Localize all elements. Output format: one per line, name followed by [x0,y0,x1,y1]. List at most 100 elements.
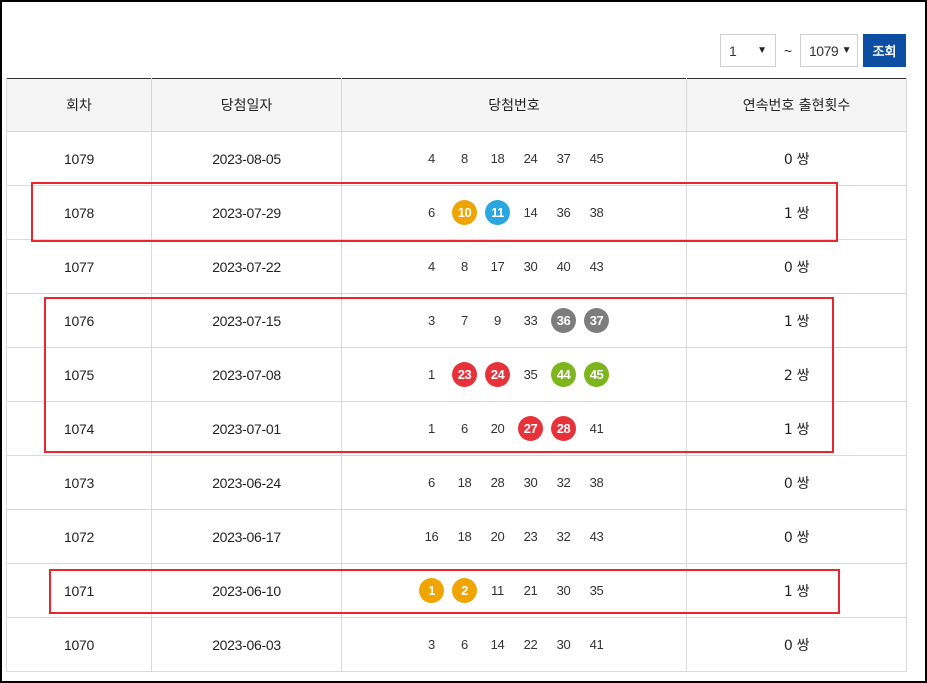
number-list: 3 7 9 33 36 37 [342,308,686,333]
number-list: 4 8 18 24 37 45 [342,146,686,171]
number-ball: 16 [424,529,439,544]
number-ball: 22 [523,637,538,652]
winning-numbers-cell: 4 8 18 24 37 45 [341,131,687,186]
round-cell: 1079 [6,131,152,186]
number-ball: 20 [490,529,505,544]
number-list: 3 6 14 22 30 41 [342,632,686,657]
number-ball-highlighted: 1 [419,578,444,603]
round-cell: 1077 [6,239,152,294]
number-ball: 6 [461,637,468,652]
number-ball: 33 [523,313,538,328]
number-ball-highlighted: 28 [551,416,576,441]
winning-numbers-table: 회차 당첨일자 당첨번호 연속번호 출현횟수 1079 2023-08-05 4 8 1… [6,78,907,672]
number-ball: 36 [556,205,571,220]
number-ball: 18 [457,475,472,490]
winning-numbers-cell: 3 6 14 22 30 41 [341,617,687,672]
consecutive-count-cell: 1 쌍 [686,185,907,240]
number-ball: 43 [589,529,604,544]
number-ball: 38 [589,475,604,490]
consecutive-count-cell: 2 쌍 [686,347,907,402]
table-row: 1076 2023-07-15 3 7 9 33 36 37 1 쌍 [6,293,907,348]
winning-numbers-cell: 16 18 20 23 32 43 [341,509,687,564]
number-ball: 23 [523,529,538,544]
caret-down-icon: ▼ [757,45,767,56]
number-ball: 8 [461,259,468,274]
consecutive-count-cell: 0 쌍 [686,239,907,294]
consecutive-count-cell: 0 쌍 [686,617,907,672]
header-round: 회차 [6,78,152,132]
number-ball: 20 [490,421,505,436]
number-ball-highlighted: 37 [584,308,609,333]
number-ball: 4 [428,151,435,166]
table-row: 1073 2023-06-24 6 18 28 30 32 38 0 쌍 [6,455,907,510]
number-ball-highlighted: 27 [518,416,543,441]
search-button[interactable]: 조회 [863,34,906,67]
table-row: 1077 2023-07-22 4 8 17 30 40 43 0 쌍 [6,239,907,294]
draw-date-cell: 2023-07-22 [151,239,342,294]
winning-numbers-cell: 3 7 9 33 36 37 [341,293,687,348]
number-ball: 38 [589,205,604,220]
consecutive-count-cell: 0 쌍 [686,131,907,186]
consecutive-count-cell: 0 쌍 [686,455,907,510]
number-ball: 30 [523,259,538,274]
number-ball: 30 [556,637,571,652]
number-ball-highlighted: 36 [551,308,576,333]
range-separator: ~ [783,42,793,59]
number-list: 6 18 28 30 32 38 [342,470,686,495]
number-ball: 30 [556,583,571,598]
number-ball: 9 [494,313,501,328]
number-ball: 14 [490,637,505,652]
number-ball: 6 [428,475,435,490]
header-winning-numbers: 당첨번호 [341,78,687,132]
header-consecutive-count: 연속번호 출현횟수 [686,78,907,132]
round-cell: 1072 [6,509,152,564]
winning-numbers-cell: 6 10 11 14 36 38 [341,185,687,240]
round-cell: 1076 [6,293,152,348]
table-row: 1079 2023-08-05 4 8 18 24 37 45 0 쌍 [6,131,907,186]
caret-down-icon: ▼ [841,45,852,56]
number-ball: 41 [589,637,604,652]
number-ball-highlighted: 11 [485,200,510,225]
number-ball: 45 [589,151,604,166]
consecutive-count-cell: 1 쌍 [686,293,907,348]
number-ball: 18 [490,151,505,166]
number-ball: 21 [523,583,538,598]
number-ball-highlighted: 23 [452,362,477,387]
number-ball: 30 [523,475,538,490]
round-cell: 1078 [6,185,152,240]
winning-numbers-cell: 1 23 24 35 44 45 [341,347,687,402]
number-ball: 43 [589,259,604,274]
number-ball: 1 [428,367,435,382]
header-draw-date: 당첨일자 [151,78,342,132]
draw-date-cell: 2023-08-05 [151,131,342,186]
number-ball: 6 [461,421,468,436]
number-ball: 7 [461,313,468,328]
draw-date-cell: 2023-07-29 [151,185,342,240]
number-ball: 24 [523,151,538,166]
consecutive-count-cell: 1 쌍 [686,563,907,618]
table-row: 1078 2023-07-29 6 10 11 14 36 38 1 쌍 [6,185,907,240]
winning-numbers-cell: 4 8 17 30 40 43 [341,239,687,294]
number-list: 1 23 24 35 44 45 [342,362,686,387]
table-header-row: 회차 당첨일자 당첨번호 연속번호 출현횟수 [6,78,907,132]
number-ball: 3 [428,313,435,328]
draw-date-cell: 2023-07-08 [151,347,342,402]
number-ball-highlighted: 24 [485,362,510,387]
number-ball: 1 [428,421,435,436]
round-cell: 1075 [6,347,152,402]
number-list: 16 18 20 23 32 43 [342,524,686,549]
table-row: 1074 2023-07-01 1 6 20 27 28 41 1 쌍 [6,401,907,456]
table-body: 1079 2023-08-05 4 8 18 24 37 45 0 쌍 1078 2023-07-2… [6,131,907,672]
consecutive-count-cell: 0 쌍 [686,509,907,564]
from-round-select[interactable]: 1 ▼ [720,34,776,67]
winning-numbers-cell: 1 2 11 21 30 35 [341,563,687,618]
number-ball: 8 [461,151,468,166]
number-ball: 4 [428,259,435,274]
number-ball: 14 [523,205,538,220]
table-row: 1070 2023-06-03 3 6 14 22 30 41 0 쌍 [6,617,907,672]
number-ball: 35 [523,367,538,382]
number-ball: 18 [457,529,472,544]
number-ball: 11 [491,583,504,598]
number-list: 1 2 11 21 30 35 [342,578,686,603]
to-round-select[interactable]: 1079 ▼ [800,34,858,67]
